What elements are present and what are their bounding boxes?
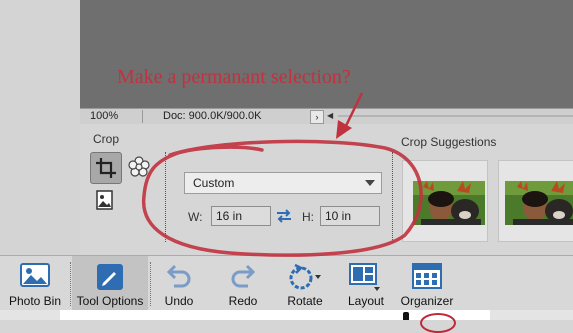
bottom-strip [0, 310, 573, 333]
taskbar-label: Redo [228, 294, 258, 308]
crop-preset-select[interactable]: Custom [184, 172, 382, 194]
layout-button[interactable]: Layout [340, 256, 392, 311]
tool-title: Crop [93, 132, 120, 146]
crop-tool-button[interactable] [90, 152, 122, 184]
photo-bin-button[interactable]: Photo Bin [2, 256, 68, 311]
taskbar-label: Organizer [400, 294, 454, 308]
tool-options-icon [97, 264, 123, 290]
suggestion-photo [505, 181, 573, 225]
taskbar-label: Undo [164, 294, 194, 308]
taskbar-label: Rotate [287, 294, 323, 308]
taskbar-divider [150, 262, 151, 306]
redo-icon [231, 264, 256, 288]
taskbar-label: Layout [347, 294, 385, 308]
status-bar: 100% Doc: 900.0K/900.0K › ◀ [80, 108, 573, 125]
width-field[interactable]: 16 in [211, 206, 271, 226]
height-label: H: [302, 210, 314, 224]
taskbar-label: Photo Bin [8, 294, 62, 308]
crop-suggestion-thumbnail[interactable] [498, 160, 573, 242]
organizer-icon [412, 263, 442, 289]
crop-suggestions-title: Crop Suggestions [401, 135, 497, 149]
redo-button[interactable]: Redo [216, 256, 270, 311]
panel-divider [392, 152, 393, 242]
photo-bin-icon [20, 263, 50, 287]
image-canvas[interactable] [80, 0, 573, 108]
crop-icon [96, 158, 116, 178]
undo-button[interactable]: Undo [152, 256, 206, 311]
taskbar-label: Tool Options [76, 294, 144, 308]
status-menu-arrow-icon[interactable]: › [310, 110, 324, 124]
rotate-icon [289, 263, 321, 290]
horizontal-scrollbar[interactable] [338, 115, 573, 117]
photo-icon [96, 190, 113, 210]
organizer-button[interactable]: Organizer [396, 256, 458, 311]
left-panel-strip [0, 0, 80, 255]
layout-icon [349, 263, 380, 291]
crop-shape-button[interactable] [127, 155, 151, 179]
scroll-left-icon[interactable]: ◀ [327, 111, 333, 120]
crop-preset-value: Custom [193, 176, 235, 190]
zoom-level-field[interactable]: 100% [84, 110, 138, 123]
tool-options-button[interactable]: Tool Options [72, 256, 148, 311]
tool-options-panel: Crop Custom W: 16 in H: 10 in Crop Sugge… [80, 124, 573, 255]
width-label: W: [188, 210, 203, 224]
crop-suggestion-thumbnail[interactable] [402, 160, 488, 242]
document-preview-circle [420, 313, 456, 333]
taskbar-divider [70, 262, 71, 306]
panel-divider [165, 152, 166, 242]
flower-icon [128, 156, 150, 177]
swap-dimensions-icon[interactable] [276, 208, 292, 224]
suggestion-photo [413, 181, 485, 225]
height-field[interactable]: 10 in [320, 206, 380, 226]
photo-ratio-button[interactable] [95, 190, 115, 210]
chevron-down-icon [365, 180, 375, 186]
undo-icon [166, 264, 191, 288]
taskbar: Photo Bin Tool Options Undo Redo Rotate [0, 255, 573, 311]
annotation-text: Make a permanant selection? [117, 66, 351, 88]
rotate-button[interactable]: Rotate [278, 256, 332, 311]
document-preview-figure [403, 312, 409, 320]
